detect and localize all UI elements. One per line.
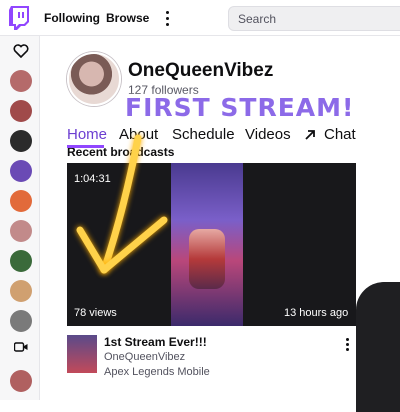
tab-chat[interactable]: Chat (324, 126, 356, 143)
channel-avatar[interactable] (67, 52, 121, 106)
heart-icon[interactable] (13, 44, 29, 58)
video-views: 78 views (74, 307, 117, 319)
arrow-icon (76, 134, 168, 274)
followed-channel-5-avatar[interactable] (10, 190, 32, 212)
video-game-name[interactable]: Apex Legends Mobile (104, 366, 210, 378)
game-character (189, 229, 225, 289)
followed-channel-1-avatar[interactable] (10, 70, 32, 92)
following-link[interactable]: Following (44, 11, 100, 25)
browse-link[interactable]: Browse (106, 11, 149, 25)
followed-channel-8-avatar[interactable] (10, 280, 32, 302)
video-upload-time: 13 hours ago (284, 307, 349, 319)
followed-channel-3-avatar[interactable] (10, 130, 32, 152)
top-navigation-bar: Following Browse Search (0, 0, 400, 36)
followed-channel-9-avatar[interactable] (10, 310, 32, 332)
video-title[interactable]: 1st Stream Ever!!! (104, 335, 207, 349)
video-channel-name[interactable]: OneQueenVibez (104, 351, 185, 363)
first-stream-overlay-text: FIRST STREAM! (125, 93, 355, 122)
twitch-logo-icon[interactable] (8, 6, 30, 30)
streamer-overlay (356, 282, 400, 412)
video-more-options-icon[interactable] (344, 338, 350, 352)
followed-channel-2-avatar[interactable] (10, 100, 32, 122)
external-arrow-icon (305, 130, 315, 140)
game-box-art[interactable] (67, 335, 97, 373)
tab-schedule[interactable]: Schedule (172, 126, 235, 143)
followed-channel-7-avatar[interactable] (10, 250, 32, 272)
followed-channel-10-avatar[interactable] (10, 370, 32, 392)
followed-channel-4-avatar[interactable] (10, 160, 32, 182)
channel-name[interactable]: OneQueenVibez (128, 60, 273, 82)
followed-channel-6-avatar[interactable] (10, 220, 32, 242)
tab-videos[interactable]: Videos (245, 126, 291, 143)
more-options-icon[interactable] (162, 10, 172, 26)
search-input[interactable]: Search (228, 6, 400, 31)
video-camera-icon[interactable] (14, 342, 28, 352)
